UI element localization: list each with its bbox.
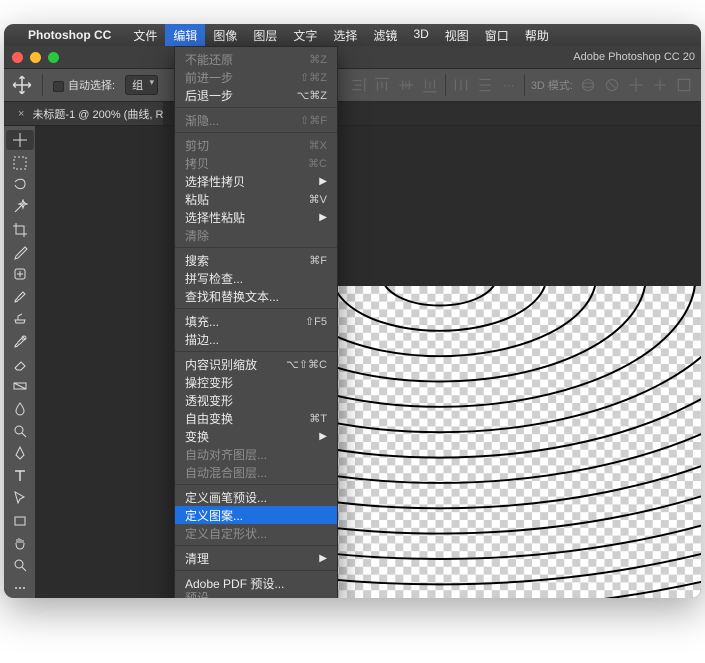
path-select-tool[interactable] [6, 488, 34, 508]
distribute-v-icon[interactable] [476, 76, 494, 94]
3d-orbit-icon[interactable] [579, 76, 597, 94]
separator [42, 74, 43, 96]
menu-item-搜索[interactable]: 搜索⌘F [175, 251, 337, 269]
menu-item-前进一步: 前进一步⇧⌘Z [175, 68, 337, 86]
eyedropper-tool[interactable] [6, 242, 34, 262]
menu-item-拼写检查[interactable]: 拼写检查... [175, 269, 337, 287]
menu-item-查找和替换文本[interactable]: 查找和替换文本... [175, 287, 337, 305]
mac-menu-bar: Photoshop CC 文件编辑图像图层文字选择滤镜3D视图窗口帮助 [4, 24, 701, 46]
menu-item-清理[interactable]: 清理▶ [175, 549, 337, 567]
move-tool[interactable] [6, 130, 34, 150]
menu-item-预设: 预设 [175, 592, 337, 598]
menu-选择[interactable]: 选择 [325, 24, 365, 47]
clone-stamp-tool[interactable] [6, 309, 34, 329]
more-align-icon[interactable]: ⋯ [500, 76, 518, 94]
align-right-icon[interactable] [349, 76, 367, 94]
menu-item-粘贴[interactable]: 粘贴⌘V [175, 190, 337, 208]
menu-item-描边[interactable]: 描边... [175, 330, 337, 348]
align-bottom-icon[interactable] [421, 76, 439, 94]
menu-item-操控变形[interactable]: 操控变形 [175, 373, 337, 391]
close-tab-icon[interactable]: × [18, 108, 24, 120]
menu-3D[interactable]: 3D [405, 24, 436, 47]
menu-文件[interactable]: 文件 [125, 24, 165, 47]
options-bar: 自动选择: 组 ⋯ 3D 模式: [4, 68, 701, 102]
magic-wand-tool[interactable] [6, 197, 34, 217]
lasso-tool[interactable] [6, 175, 34, 195]
menu-item-不能还原: 不能还原⌘Z [175, 50, 337, 68]
menu-图像[interactable]: 图像 [205, 24, 245, 47]
auto-select-dropdown[interactable]: 组 [125, 75, 158, 95]
menu-item-剪切: 剪切⌘X [175, 136, 337, 154]
brush-tool[interactable] [6, 287, 34, 307]
rectangle-tool[interactable] [6, 510, 34, 530]
rect-marquee-tool[interactable] [6, 152, 34, 172]
menu-item-清除: 清除 [175, 226, 337, 244]
type-tool[interactable] [6, 466, 34, 486]
menu-item-自动混合图层: 自动混合图层... [175, 463, 337, 481]
edit-toolbar[interactable] [6, 578, 34, 598]
menu-item-透视变形[interactable]: 透视变形 [175, 391, 337, 409]
menu-item-内容识别缩放[interactable]: 内容识别缩放⌥⇧⌘C [175, 355, 337, 373]
align-top-icon[interactable] [373, 76, 391, 94]
canvas-area [36, 126, 701, 598]
3d-slide-icon[interactable] [651, 76, 669, 94]
app-name[interactable]: Photoshop CC [28, 28, 111, 42]
menu-item-自动对齐图层: 自动对齐图层... [175, 445, 337, 463]
menu-item-后退一步[interactable]: 后退一步⌥⌘Z [175, 86, 337, 104]
gradient-tool[interactable] [6, 376, 34, 396]
history-brush-tool[interactable] [6, 331, 34, 351]
window-title: Adobe Photoshop CC 20 [4, 51, 701, 63]
pen-tool[interactable] [6, 443, 34, 463]
menu-文字[interactable]: 文字 [285, 24, 325, 47]
menu-item-拷贝: 拷贝⌘C [175, 154, 337, 172]
menu-item-选择性粘贴[interactable]: 选择性粘贴▶ [175, 208, 337, 226]
dodge-tool[interactable] [6, 421, 34, 441]
menu-图层[interactable]: 图层 [245, 24, 285, 47]
menu-item-定义画笔预设[interactable]: 定义画笔预设... [175, 488, 337, 506]
distribute-h-icon[interactable] [452, 76, 470, 94]
menu-item-渐隐: 渐隐...⇧⌘F [175, 111, 337, 129]
canvas-gutter [36, 126, 178, 598]
3d-mode-label: 3D 模式: [531, 77, 573, 93]
align-vcenter-icon[interactable] [397, 76, 415, 94]
3d-roll-icon[interactable] [603, 76, 621, 94]
menu-item-定义自定形状: 定义自定形状... [175, 524, 337, 542]
eraser-tool[interactable] [6, 354, 34, 374]
menu-编辑[interactable]: 编辑 [165, 24, 205, 47]
window-titlebar: Adobe Photoshop CC 20 [4, 46, 701, 68]
menu-item-定义图案[interactable]: 定义图案... [175, 506, 337, 524]
zoom-tool[interactable] [6, 555, 34, 575]
3d-pan-icon[interactable] [627, 76, 645, 94]
document-tab[interactable]: 未标题-1 @ 200% (曲线, R [32, 106, 163, 122]
edit-menu-dropdown: 不能还原⌘Z前进一步⇧⌘Z后退一步⌥⌘Z 渐隐...⇧⌘F 剪切⌘X拷贝⌘C选择性拷… [174, 46, 338, 598]
menu-item-填充[interactable]: 填充...⇧F5 [175, 312, 337, 330]
document-tab-bar: × 未标题-1 @ 200% (曲线, R [4, 102, 701, 126]
separator [445, 74, 446, 96]
menu-item-自由变换[interactable]: 自由变换⌘T [175, 409, 337, 427]
hand-tool[interactable] [6, 533, 34, 553]
tools-panel [4, 126, 36, 598]
menu-item-变换[interactable]: 变换▶ [175, 427, 337, 445]
auto-select-label: 自动选择: [68, 80, 115, 92]
menu-帮助[interactable]: 帮助 [517, 24, 557, 47]
healing-brush-tool[interactable] [6, 264, 34, 284]
blur-tool[interactable] [6, 399, 34, 419]
3d-scale-icon[interactable] [675, 76, 693, 94]
menu-bar-items: 文件编辑图像图层文字选择滤镜3D视图窗口帮助 [125, 24, 557, 47]
menu-item-选择性拷贝[interactable]: 选择性拷贝▶ [175, 172, 337, 190]
move-tool-indicator-icon [12, 75, 32, 95]
menu-滤镜[interactable]: 滤镜 [365, 24, 405, 47]
menu-视图[interactable]: 视图 [437, 24, 477, 47]
menu-窗口[interactable]: 窗口 [477, 24, 517, 47]
auto-select-checkbox[interactable]: 自动选择: [53, 77, 115, 93]
crop-tool[interactable] [6, 220, 34, 240]
separator [524, 74, 525, 96]
